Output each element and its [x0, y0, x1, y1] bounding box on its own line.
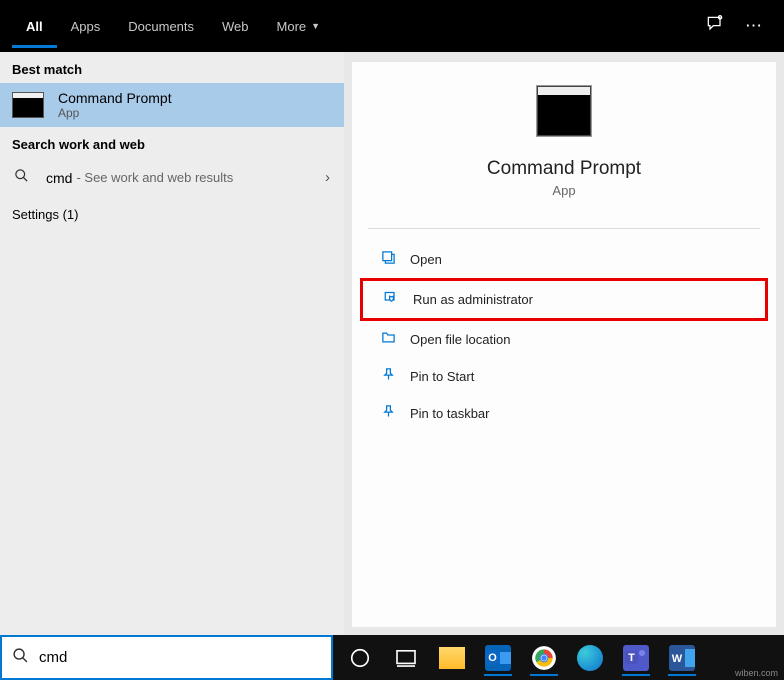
action-pin-taskbar-label: Pin to taskbar: [410, 406, 490, 421]
action-pin-start-label: Pin to Start: [410, 369, 474, 384]
taskbar-word[interactable]: W: [661, 638, 703, 678]
search-icon: [12, 647, 29, 669]
search-box[interactable]: [0, 635, 333, 680]
web-hint: - See work and web results: [76, 170, 233, 185]
chevron-right-icon: ›: [325, 169, 330, 186]
pin-start-icon: [378, 367, 398, 386]
taskbar-edge[interactable]: [569, 638, 611, 678]
tab-documents[interactable]: Documents: [114, 5, 208, 48]
tab-all[interactable]: All: [12, 5, 57, 48]
teams-icon: T: [623, 645, 649, 671]
more-options-icon[interactable]: ⋯: [735, 16, 772, 36]
taskbar: O T W: [333, 635, 784, 680]
chevron-down-icon: ▼: [311, 21, 320, 31]
tab-more-label: More: [277, 19, 307, 34]
action-pin-to-start[interactable]: Pin to Start: [360, 358, 768, 395]
preview-subtitle: App: [352, 183, 776, 198]
taskbar-outlook[interactable]: O: [477, 638, 519, 678]
search-scope-tabs: All Apps Documents Web More ▼ ⋯: [0, 0, 784, 52]
divider: [368, 228, 760, 229]
action-run-as-administrator[interactable]: Run as administrator: [360, 278, 768, 321]
tab-more[interactable]: More ▼: [263, 5, 335, 48]
action-open-label: Open: [410, 252, 442, 267]
search-input[interactable]: [39, 649, 321, 666]
web-term: cmd: [46, 170, 72, 186]
action-open[interactable]: Open: [360, 241, 768, 278]
folder-icon: [439, 647, 465, 669]
svg-text:O: O: [488, 652, 497, 664]
settings-header[interactable]: Settings (1): [0, 197, 344, 232]
search-web-header: Search work and web: [0, 127, 344, 158]
svg-text:W: W: [672, 653, 683, 665]
action-pin-to-taskbar[interactable]: Pin to taskbar: [360, 395, 768, 432]
tab-web[interactable]: Web: [208, 5, 263, 48]
taskbar-chrome[interactable]: [523, 638, 565, 678]
admin-shield-icon: [381, 290, 401, 309]
folder-icon: [378, 330, 398, 349]
action-run-admin-label: Run as administrator: [413, 292, 533, 307]
results-panel: Best match Command Prompt App Search wor…: [0, 52, 344, 635]
search-icon: [12, 168, 30, 187]
pin-taskbar-icon: [378, 404, 398, 423]
web-result-cmd[interactable]: cmd - See work and web results ›: [0, 158, 344, 197]
taskbar-cortana[interactable]: [339, 638, 381, 678]
preview-title: Command Prompt: [352, 158, 776, 180]
taskbar-teams[interactable]: T: [615, 638, 657, 678]
result-subtitle: App: [58, 106, 332, 120]
result-title: Command Prompt: [58, 90, 332, 106]
taskbar-file-explorer[interactable]: [431, 638, 473, 678]
feedback-icon[interactable]: [695, 14, 735, 39]
action-open-location-label: Open file location: [410, 332, 510, 347]
taskbar-task-view[interactable]: [385, 638, 427, 678]
outlook-icon: O: [485, 645, 511, 671]
best-match-header: Best match: [0, 52, 344, 83]
svg-text:T: T: [628, 652, 635, 664]
command-prompt-large-icon: [537, 86, 591, 136]
edge-icon: [577, 645, 603, 671]
tab-apps[interactable]: Apps: [57, 5, 115, 48]
word-icon: W: [669, 645, 695, 671]
result-command-prompt[interactable]: Command Prompt App: [0, 83, 344, 127]
command-prompt-icon: [12, 92, 44, 118]
action-open-file-location[interactable]: Open file location: [360, 321, 768, 358]
watermark: wiben.com: [735, 668, 778, 678]
open-icon: [378, 250, 398, 269]
preview-panel: Command Prompt App Open Run as administr…: [352, 62, 776, 627]
chrome-icon: [531, 645, 557, 671]
